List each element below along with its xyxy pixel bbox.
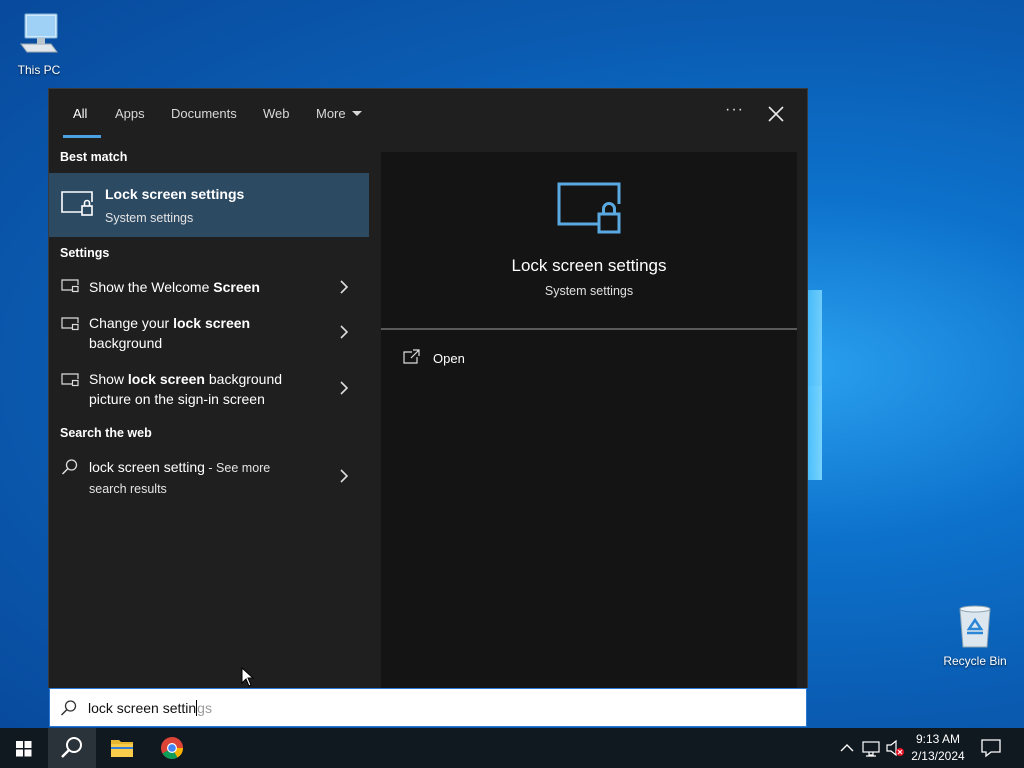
section-settings: Settings: [60, 246, 110, 260]
search-input-suggestion: gs: [197, 700, 212, 716]
lock-screen-small-icon: [61, 279, 79, 298]
result-text-line2: background: [89, 335, 163, 351]
folder-icon: [111, 740, 133, 757]
chevron-up-icon: [840, 744, 854, 752]
taskbar: 9:13 AM 2/13/2024: [0, 728, 1024, 768]
settings-result-welcome-screen[interactable]: Show the Welcome Screen: [49, 273, 369, 303]
chevron-right-icon[interactable]: [339, 325, 349, 344]
settings-result-label: Show the Welcome Screen: [89, 277, 334, 297]
preview-title: Lock screen settings: [511, 256, 667, 275]
tab-documents[interactable]: Documents: [171, 106, 237, 121]
settings-result-lock-screen-background[interactable]: Change your lock screen background: [49, 311, 369, 355]
web-result-label: lock screen setting - See more search res…: [89, 457, 334, 499]
windows-logo-icon: [16, 741, 32, 757]
chevron-right-icon[interactable]: [339, 280, 349, 299]
desktop-wallpaper-glow-lower: [808, 386, 822, 480]
web-result[interactable]: lock screen setting - See more search res…: [49, 455, 369, 499]
result-text: Change your: [89, 315, 174, 331]
lock-screen-small-icon: [61, 373, 79, 392]
section-search-the-web: Search the web: [60, 426, 152, 440]
close-button[interactable]: [765, 103, 787, 125]
active-tab-indicator: [63, 135, 101, 138]
caret-down-icon: [351, 111, 362, 116]
computer-icon: [1, 10, 77, 61]
open-label: Open: [433, 351, 465, 366]
result-highlight: lock screen: [127, 371, 205, 387]
settings-result-lock-screen-sign-in-picture[interactable]: Show lock screen background picture on th…: [49, 367, 369, 411]
result-highlight: Screen: [213, 279, 260, 295]
chrome-button[interactable]: [148, 728, 196, 768]
settings-result-label: Show lock screen background picture on th…: [89, 369, 334, 409]
search-box[interactable]: lock screen settings: [49, 688, 807, 727]
clock-date: 2/13/2024: [911, 749, 965, 763]
search-input[interactable]: lock screen settings: [88, 700, 212, 716]
open-button[interactable]: Open: [403, 349, 465, 370]
best-match-result[interactable]: Lock screen settings System settings: [49, 173, 369, 237]
lock-screen-large-icon: [557, 182, 623, 243]
result-text-post: background: [204, 371, 283, 387]
search-icon: [61, 458, 79, 481]
web-result-suffix: - See more: [204, 461, 271, 475]
show-hidden-icons-button[interactable]: [838, 728, 856, 768]
search-icon: [61, 737, 82, 758]
preview-subtitle: System settings: [544, 284, 634, 298]
result-text-line2: picture on the sign-in screen: [89, 391, 265, 407]
result-highlight: lock screen: [173, 315, 251, 331]
desktop-icon-label: This PC: [17, 63, 61, 77]
best-match-subtitle: System settings: [105, 211, 194, 225]
mouse-pointer-icon: [241, 666, 255, 692]
clock-time: 9:13 AM: [915, 732, 961, 746]
file-explorer-button[interactable]: [98, 728, 146, 768]
web-result-line2: search results: [89, 482, 167, 496]
search-panel: All Apps Documents Web More ··· Best mat…: [48, 88, 808, 689]
chevron-right-icon[interactable]: [339, 381, 349, 400]
chevron-right-icon[interactable]: [339, 469, 349, 488]
tab-more[interactable]: More: [316, 106, 362, 121]
result-text: Show the Welcome: [89, 279, 214, 295]
search-tabs: All Apps Documents Web More ···: [49, 89, 807, 139]
open-external-icon: [403, 349, 420, 364]
taskbar-clock[interactable]: 9:13 AM 2/13/2024: [906, 731, 970, 765]
web-result-query: lock screen setting: [89, 459, 205, 475]
desktop-icon-this-pc[interactable]: This PC: [1, 10, 77, 77]
search-icon: [60, 699, 78, 722]
search-input-value: lock screen settin: [88, 700, 197, 716]
lock-screen-small-icon: [61, 317, 79, 336]
preview-pane: Lock screen settings System settings Ope…: [381, 152, 797, 689]
volume-muted-icon: [886, 739, 904, 757]
result-text: Show: [89, 371, 128, 387]
settings-result-label: Change your lock screen background: [89, 313, 334, 353]
recycle-bin-icon: [937, 603, 1013, 652]
lock-screen-icon: [60, 190, 94, 223]
tab-more-label: More: [316, 106, 346, 121]
notification-icon: [981, 739, 1001, 758]
more-options-button[interactable]: ···: [725, 101, 744, 119]
network-button[interactable]: [860, 728, 882, 768]
tab-all[interactable]: All: [73, 106, 87, 121]
close-icon: [768, 106, 784, 122]
action-center-button[interactable]: [980, 738, 1002, 763]
section-best-match: Best match: [60, 150, 128, 164]
desktop-icon-recycle-bin[interactable]: Recycle Bin: [937, 603, 1013, 668]
network-icon: [862, 741, 880, 757]
tab-web[interactable]: Web: [263, 106, 290, 121]
desktop-icon-label: Recycle Bin: [943, 654, 1007, 668]
chrome-icon: [161, 737, 183, 759]
tab-apps[interactable]: Apps: [115, 106, 145, 121]
volume-button[interactable]: [884, 728, 906, 768]
best-match-title: Lock screen settings: [105, 186, 245, 202]
taskbar-search-button[interactable]: [48, 728, 96, 768]
start-button[interactable]: [0, 728, 48, 768]
preview-scroll-strip: [797, 152, 807, 689]
preview-divider: [381, 328, 797, 330]
